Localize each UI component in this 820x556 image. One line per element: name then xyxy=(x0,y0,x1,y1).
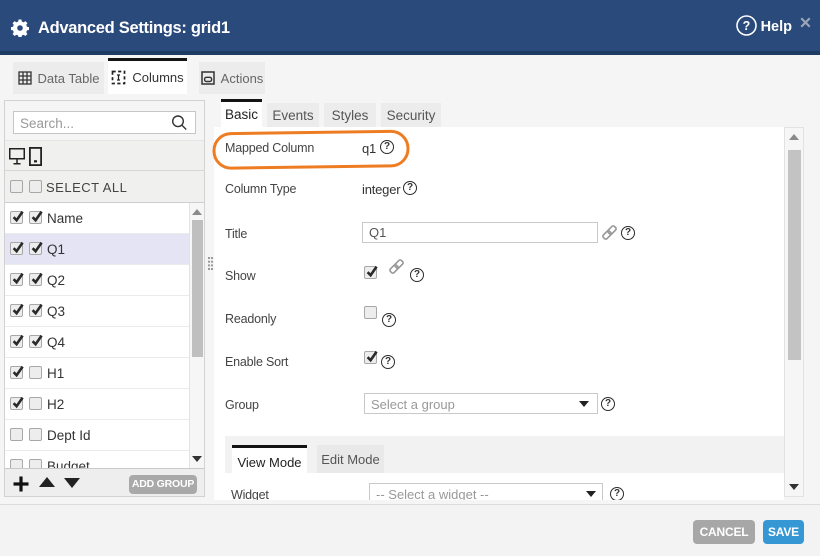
svg-text:?: ? xyxy=(742,19,750,33)
